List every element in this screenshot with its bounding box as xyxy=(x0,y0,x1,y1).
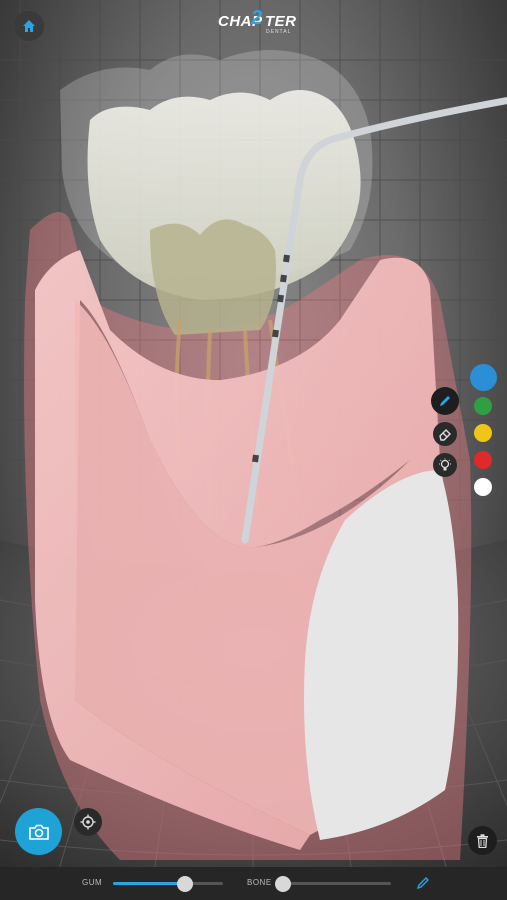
pencil-tool-button[interactable] xyxy=(431,387,459,415)
eraser-icon xyxy=(439,429,451,441)
bone-slider-label: BONE xyxy=(247,878,272,887)
pulp-chamber xyxy=(150,219,276,335)
eraser-tool-button[interactable] xyxy=(433,422,457,446)
bone-slider-thumb[interactable] xyxy=(275,876,292,892)
draw-mode-button[interactable] xyxy=(413,873,433,893)
chapter2-logo: CHAP 2 TER DENTAL xyxy=(210,7,300,35)
pencil-icon xyxy=(440,396,450,406)
home-icon xyxy=(23,20,35,32)
delete-drawing-button[interactable] xyxy=(468,826,497,855)
logo-number: 2 xyxy=(251,7,263,29)
trash-icon xyxy=(477,833,488,848)
camera-icon xyxy=(28,824,49,840)
bone-slider[interactable] xyxy=(275,876,391,892)
bottom-bar: GUM BONE xyxy=(0,867,507,900)
tooth-3d-viewport[interactable] xyxy=(0,0,507,900)
gum-slider-label: GUM xyxy=(82,878,103,887)
lightbulb-icon xyxy=(439,458,451,471)
pencil-icon xyxy=(416,877,429,890)
color-swatch-red[interactable] xyxy=(474,451,492,469)
lightbulb-tool-button[interactable] xyxy=(433,453,457,477)
camera-button[interactable] xyxy=(15,808,62,855)
gum-slider-fill xyxy=(113,882,185,885)
recenter-button[interactable] xyxy=(74,808,102,836)
logo-subtext: DENTAL xyxy=(266,29,292,35)
gum-slider-thumb[interactable] xyxy=(176,876,193,892)
crosshair-icon xyxy=(80,814,96,830)
home-button[interactable] xyxy=(14,11,44,41)
color-swatch-yellow[interactable] xyxy=(474,424,492,442)
color-swatch-white[interactable] xyxy=(474,478,492,496)
color-swatch-blue[interactable] xyxy=(470,364,497,391)
logo-text-right: TER xyxy=(265,13,297,30)
app-screen: CHAP 2 TER DENTAL GUM BONE xyxy=(0,0,507,900)
color-swatch-green[interactable] xyxy=(474,397,492,415)
gum-slider[interactable] xyxy=(113,876,223,892)
